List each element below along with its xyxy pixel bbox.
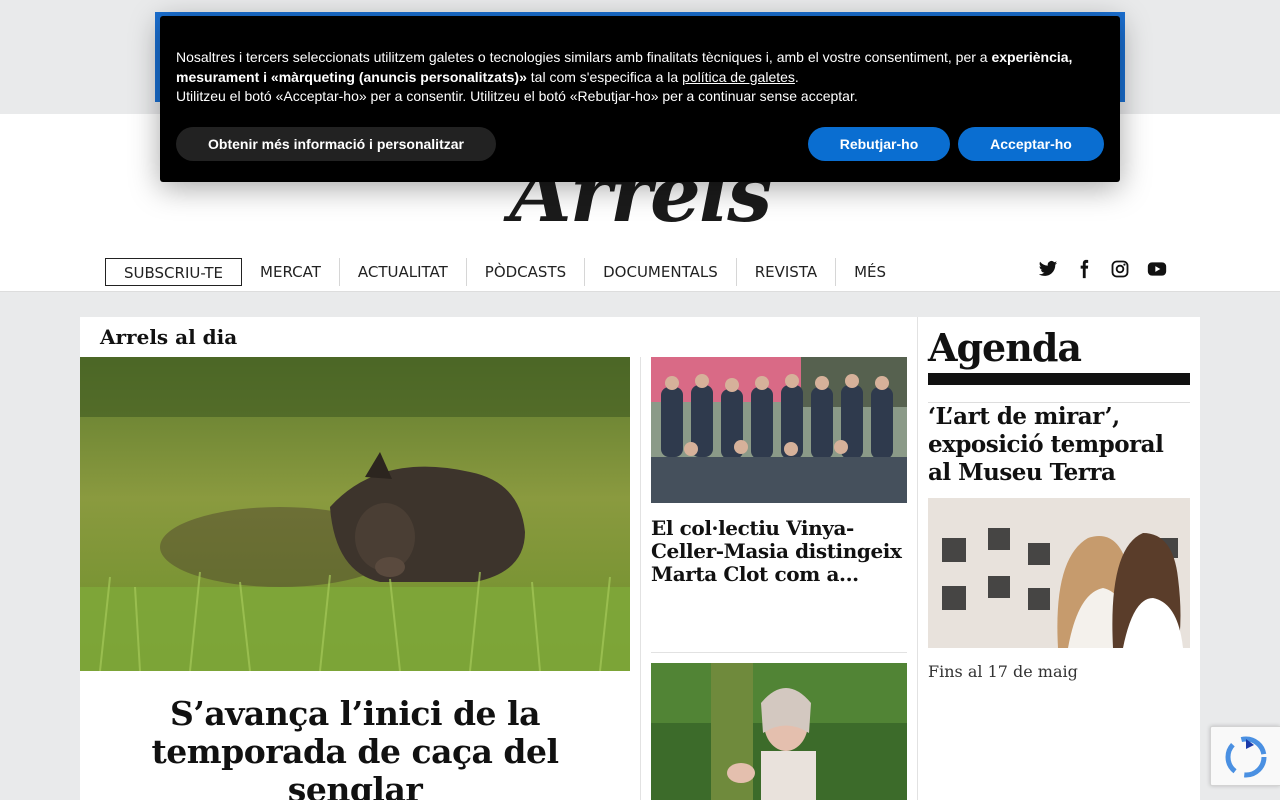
main-nav: SUBSCRIU-TE MERCAT ACTUALITAT PÒDCASTS D… (105, 257, 904, 287)
nav-mercat[interactable]: MERCAT (242, 258, 339, 286)
recaptcha-badge[interactable] (1210, 726, 1280, 786)
nav-mes[interactable]: MÉS (835, 258, 904, 286)
cookie-text-part: Nosaltres i tercers seleccionats utilitz… (176, 49, 992, 65)
row-divider (651, 652, 907, 653)
nav-subscribe[interactable]: SUBSCRIU-TE (105, 258, 243, 286)
column-divider (917, 317, 918, 800)
cookie-policy-link[interactable]: política de galetes (682, 69, 795, 85)
agenda-item-title[interactable]: ‘L’art de mirar’, exposició temporal al … (928, 403, 1190, 487)
facebook-icon[interactable] (1074, 259, 1094, 279)
article-title[interactable]: El col·lectiu Vinya-Celler-Masia disting… (651, 517, 907, 586)
more-info-button[interactable]: Obtenir més informació i personalitzar (176, 127, 496, 161)
agenda-title[interactable]: Agenda (928, 325, 1082, 370)
column-divider (640, 357, 641, 800)
social-links (1038, 259, 1167, 279)
article-image-woman-tree[interactable] (651, 663, 907, 800)
cookie-text-part: tal com s'especifica a la (526, 68, 683, 85)
agenda-title-bar (928, 373, 1190, 385)
section-title[interactable]: Arrels al dia (100, 325, 237, 349)
nav-documentals[interactable]: DOCUMENTALS (584, 258, 736, 286)
main-content: Arrels al dia S’avança l’inici de la tem… (80, 317, 1200, 800)
nav-actualitat[interactable]: ACTUALITAT (338, 258, 466, 286)
instagram-icon[interactable] (1110, 259, 1130, 279)
cookie-text-instructions: Utilitzeu el botó «Acceptar-ho» per a co… (176, 88, 858, 104)
cookie-text-part: . (794, 68, 799, 85)
agenda-item-date: Fins al 17 de maig (928, 662, 1078, 681)
agenda-item-image[interactable] (928, 498, 1190, 648)
reject-button[interactable]: Rebutjar-ho (808, 127, 950, 161)
nav-revista[interactable]: REVISTA (735, 258, 835, 286)
lead-article-image[interactable] (80, 357, 630, 671)
nav-podcasts[interactable]: PÒDCASTS (465, 258, 584, 286)
youtube-icon[interactable] (1146, 259, 1167, 279)
article-image-group-photo[interactable] (651, 357, 907, 503)
cookie-consent-banner: Nosaltres i tercers seleccionats utilitz… (160, 16, 1120, 182)
lead-article-title[interactable]: S’avança l’inici de la temporada de caça… (110, 695, 600, 800)
cookie-text: Nosaltres i tercers seleccionats utilitz… (176, 48, 1096, 107)
accept-button[interactable]: Acceptar-ho (958, 127, 1104, 161)
twitter-icon[interactable] (1038, 259, 1058, 279)
